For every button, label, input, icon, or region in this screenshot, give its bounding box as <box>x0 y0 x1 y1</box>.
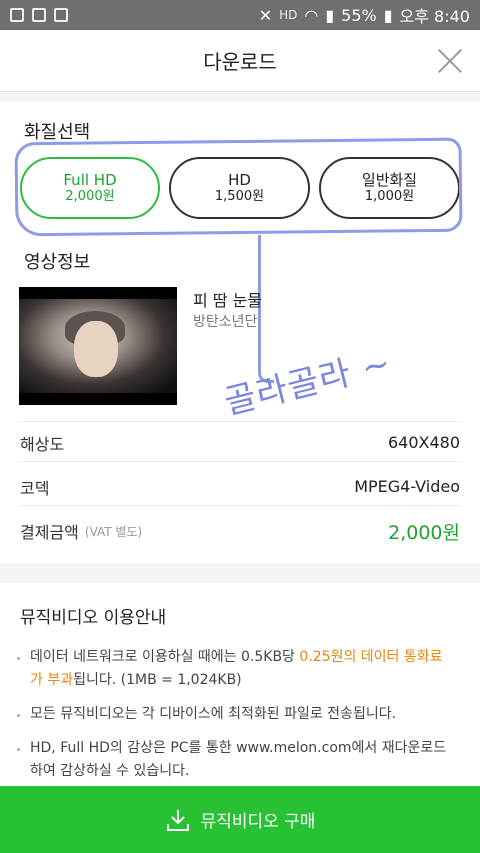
notice-text: 데이터 네트워크로 이용하실 때에는 0.5KB당 <box>30 649 300 665</box>
close-icon[interactable] <box>436 47 464 75</box>
notice-text: HD, Full HD의 감상은 PC를 통한 www.melon.com에서 … <box>30 740 447 779</box>
divider <box>0 563 480 583</box>
divider <box>20 421 460 422</box>
mute-icon: ✕ <box>258 5 273 25</box>
network-label: HD <box>279 8 298 22</box>
notification-icons <box>10 8 68 22</box>
notice-text: 모든 뮤직비디오는 각 디바이스에 최적화된 파일로 전송됩니다. <box>30 706 397 722</box>
page-title: 다운로드 <box>203 50 277 74</box>
annotation-highlight-box <box>14 137 463 237</box>
video-title: 피 땀 눈물 <box>193 291 263 310</box>
payment-amount: 2,000원 <box>388 521 460 544</box>
row-label: 해상도 <box>20 434 65 454</box>
row-label: 코덱 <box>20 478 50 498</box>
notice-title: 뮤직비디오 이용안내 <box>20 608 167 628</box>
signal-icon: ▮ <box>325 5 335 25</box>
payment-row: 결제금액 (VAT 별도) 2,000원 <box>20 512 460 550</box>
battery-percent: 55% <box>341 5 377 25</box>
video-thumbnail[interactable] <box>19 287 177 405</box>
notification-icon <box>10 8 24 22</box>
vat-note: (VAT 별도) <box>84 524 143 539</box>
thumbnail-image <box>19 299 177 393</box>
video-info-section-title: 영상정보 <box>24 252 91 273</box>
row-value: MPEG4-Video <box>354 477 460 496</box>
divider <box>0 92 480 102</box>
screen-icon <box>54 8 68 22</box>
notice-item: HD, Full HD의 감상은 PC를 통한 www.melon.com에서 … <box>17 737 455 783</box>
annotation-handwriting: 골라골라 ~ <box>220 342 396 423</box>
wifi-icon: ◠ <box>304 5 319 25</box>
gallery-icon <box>32 8 46 22</box>
clock: 오후 8:40 <box>399 7 470 26</box>
status-bar: ✕ HD ◠ ▮ 55% ▮ 오후 8:40 <box>0 0 480 30</box>
notice-item: 모든 뮤직비디오는 각 디바이스에 최적화된 파일로 전송됩니다. <box>17 703 455 726</box>
notice-text: 됩니다. (1MB = 1,024KB) <box>73 672 242 688</box>
buy-music-video-button[interactable]: 뮤직비디오 구매 <box>0 786 480 853</box>
buy-button-label: 뮤직비디오 구매 <box>200 812 316 832</box>
battery-icon: ▮ <box>383 5 393 25</box>
download-icon <box>166 809 189 831</box>
row-value: 640X480 <box>387 433 460 452</box>
resolution-row: 해상도 640X480 <box>20 424 460 462</box>
quality-section-title: 화질선택 <box>24 122 91 143</box>
notice-item: 데이터 네트워크로 이용하실 때에는 0.5KB당 0.25원의 데이터 통화료… <box>17 646 455 692</box>
row-label: 결제금액 <box>20 523 79 542</box>
dialog-header: 다운로드 <box>0 30 480 92</box>
video-artist: 방탄소년단 <box>193 314 258 330</box>
codec-row: 코덱 MPEG4-Video <box>20 468 460 506</box>
